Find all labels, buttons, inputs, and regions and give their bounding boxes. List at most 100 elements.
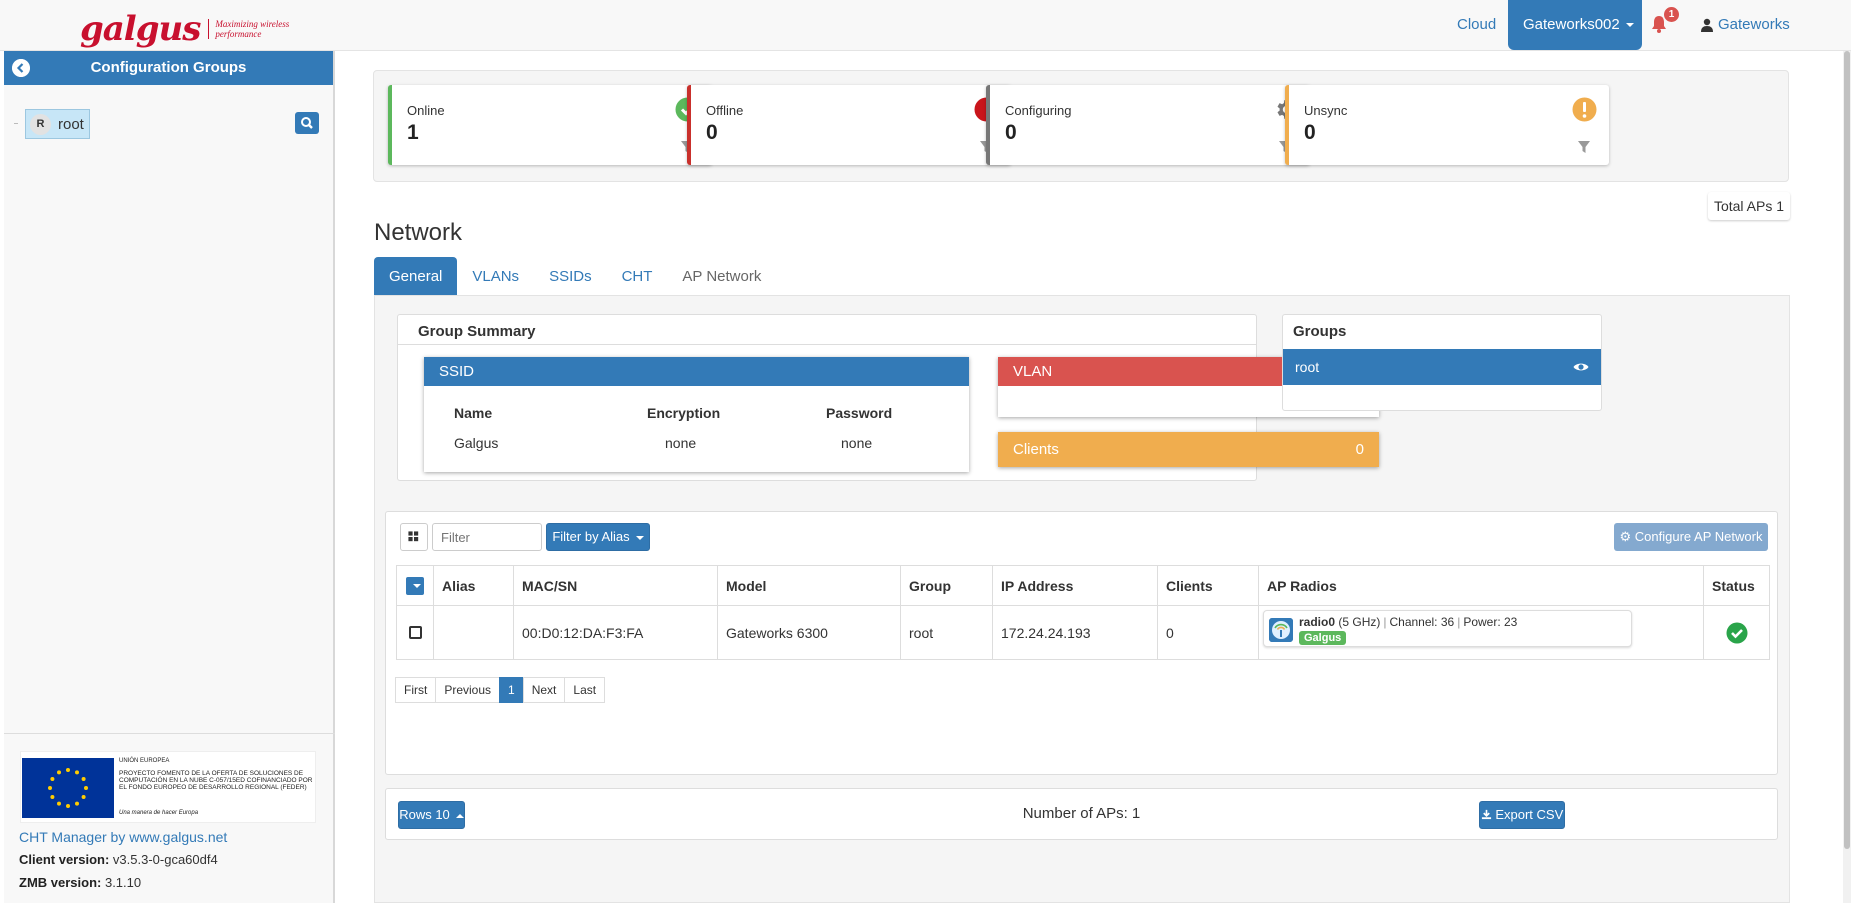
nav-cloud-link[interactable]: Cloud [1457,0,1496,50]
column-alias[interactable]: Alias [433,565,514,606]
chevron-left-circle-icon[interactable] [12,59,30,77]
caret-down-icon [1625,23,1634,28]
radio-band: (5 GHz) [1338,615,1381,629]
filter-by-dropdown[interactable]: Filter by Alias [546,523,650,551]
galgus-logo[interactable]: galgus Maximizing wireless performance [80,12,305,46]
logo-separator [208,19,210,39]
column-model[interactable]: Model [717,565,901,606]
eu-text: PROYECTO FOMENTO DE LA OFERTA DE SOLUCIO… [119,770,313,791]
stat-label: Online [407,103,445,118]
clients-summary-card: Clients 0 [998,432,1379,467]
workspace-label: Gateworks002 [1523,16,1620,33]
configure-label: Configure AP Network [1634,529,1763,544]
column-toggle-button[interactable] [400,523,428,551]
logo-wordmark: galgus [80,9,201,49]
column-status[interactable]: Status [1703,565,1770,606]
ssid-header-name: Name [454,405,493,421]
stat-value: 0 [1005,121,1017,144]
footer-link[interactable]: CHT Manager by www.galgus.net [19,829,227,845]
group-item-label: root [1295,359,1320,375]
stat-card-offline: Offline 0 [687,85,1011,165]
page-scrollbar[interactable] [1843,51,1851,903]
ssid-header-password: Password [826,405,893,421]
stat-value: 0 [706,121,718,144]
radio-details: radio0 (5 GHz) | Channel: 36 | Power: 23 [1299,615,1517,629]
page-next[interactable]: Next [522,677,566,703]
page-first[interactable]: First [395,677,437,703]
page-previous[interactable]: Previous [435,677,501,703]
main-content: Online 1 Offline 0 Configuring 0 Unsync … [337,51,1851,903]
group-summary-panel: Group Summary SSID Name Encryption Passw… [397,314,1379,481]
filter-input[interactable] [432,523,542,551]
exclamation-circle-icon [1572,97,1597,122]
user-menu[interactable]: Gateworks [1700,0,1790,50]
tree-node-root[interactable]: R root [25,109,90,139]
radio-name: radio0 [1299,615,1336,629]
groups-panel: Groups root [1282,314,1602,411]
groups-title: Groups [1293,323,1347,340]
ssid-summary-card: SSID Name Encryption Password Galgus non… [424,357,969,472]
eye-icon[interactable] [1573,361,1589,373]
caret-up-icon [455,813,464,818]
network-tabs: General VLANs SSIDs CHT AP Network [374,257,776,297]
column-clients[interactable]: Clients [1157,565,1259,606]
zmb-version-value: 3.1.10 [104,875,142,890]
table-header-row: Alias MAC/SN Model Group IP Address Clie… [396,565,1770,606]
download-icon [1481,809,1491,820]
filter-by-label: Filter by Alias [552,529,630,544]
eu-flag-icon [22,758,114,818]
zmb-version-label: ZMB version: [19,875,102,890]
stat-card-unsync: Unsync 0 [1285,85,1609,165]
column-mac[interactable]: MAC/SN [513,565,718,606]
column-ip[interactable]: IP Address [992,565,1158,606]
ap-count-label: Number of APs: 1 [1022,805,1141,822]
group-cell: root [900,605,993,660]
group-item-root[interactable]: root [1283,349,1601,385]
sidebar-header: Configuration Groups [4,51,333,85]
stat-card-configuring: Configuring 0 [986,85,1310,165]
tab-ap-network[interactable]: AP Network [667,257,776,297]
radio-ssid-badge: Galgus [1299,631,1347,645]
grid-icon [408,531,419,542]
eu-funding-banner: UNIÓN EUROPEA PROYECTO FOMENTO DE LA OFE… [20,751,316,823]
tab-panel-general: Group Summary SSID Name Encryption Passw… [374,295,1790,903]
table-row[interactable]: 00:D0:12:DA:F3:FA Gateworks 6300 root 17… [396,605,1770,660]
search-button[interactable] [295,112,319,134]
radio-channel: Channel: 36 [1389,615,1455,629]
clients-count: 0 [1355,441,1364,458]
rows-per-page-dropdown[interactable]: Rows 10 [398,801,465,829]
configure-ap-network-button[interactable]: ⚙ Configure AP Network [1614,523,1768,551]
tab-general[interactable]: General [374,257,458,297]
status-cell [1703,605,1770,660]
page-last[interactable]: Last [564,677,606,703]
stat-card-online: Online 1 [388,85,712,165]
workspace-dropdown[interactable]: Gateworks002 [1508,0,1642,50]
ssid-card-title: SSID [424,357,969,386]
ap-list-panel: Filter by Alias ⚙ Configure AP Network A… [385,511,1778,775]
notification-badge: 1 [1664,7,1679,22]
tab-ssids[interactable]: SSIDs [534,257,607,297]
export-csv-button[interactable]: Export CSV [1479,801,1565,829]
user-name: Gateworks [1718,16,1790,33]
stat-label: Offline [706,103,744,118]
select-column-header [396,565,434,606]
radio-card[interactable]: radio0 (5 GHz) | Channel: 36 | Power: 23 Gal… [1263,610,1632,647]
export-label: Export CSV [1495,807,1564,822]
tab-vlans[interactable]: VLANs [457,257,534,297]
sidebar: Configuration Groups R root UNIÓN EUROPE… [4,51,335,903]
filter-icon[interactable] [1577,140,1591,154]
row-checkbox[interactable] [408,626,422,639]
separator: | [1457,615,1461,629]
column-ap-radios[interactable]: AP Radios [1258,565,1704,606]
bulk-select-dropdown[interactable] [406,576,424,595]
scrollbar-thumb[interactable] [1844,51,1850,849]
ap-radios-cell: radio0 (5 GHz) | Channel: 36 | Power: 23 Gal… [1258,605,1704,660]
client-version: Client version: v3.5.3-0-gca60df4 [19,852,218,867]
stat-label: Configuring [1005,103,1072,118]
column-group[interactable]: Group [900,565,993,606]
client-version-value: v3.5.3-0-gca60df4 [112,852,218,867]
page-1[interactable]: 1 [499,677,524,703]
ssid-encryption-value: none [665,435,697,451]
eu-slogan: Una manera de hacer Europa [119,810,199,816]
tab-cht[interactable]: CHT [607,257,668,297]
